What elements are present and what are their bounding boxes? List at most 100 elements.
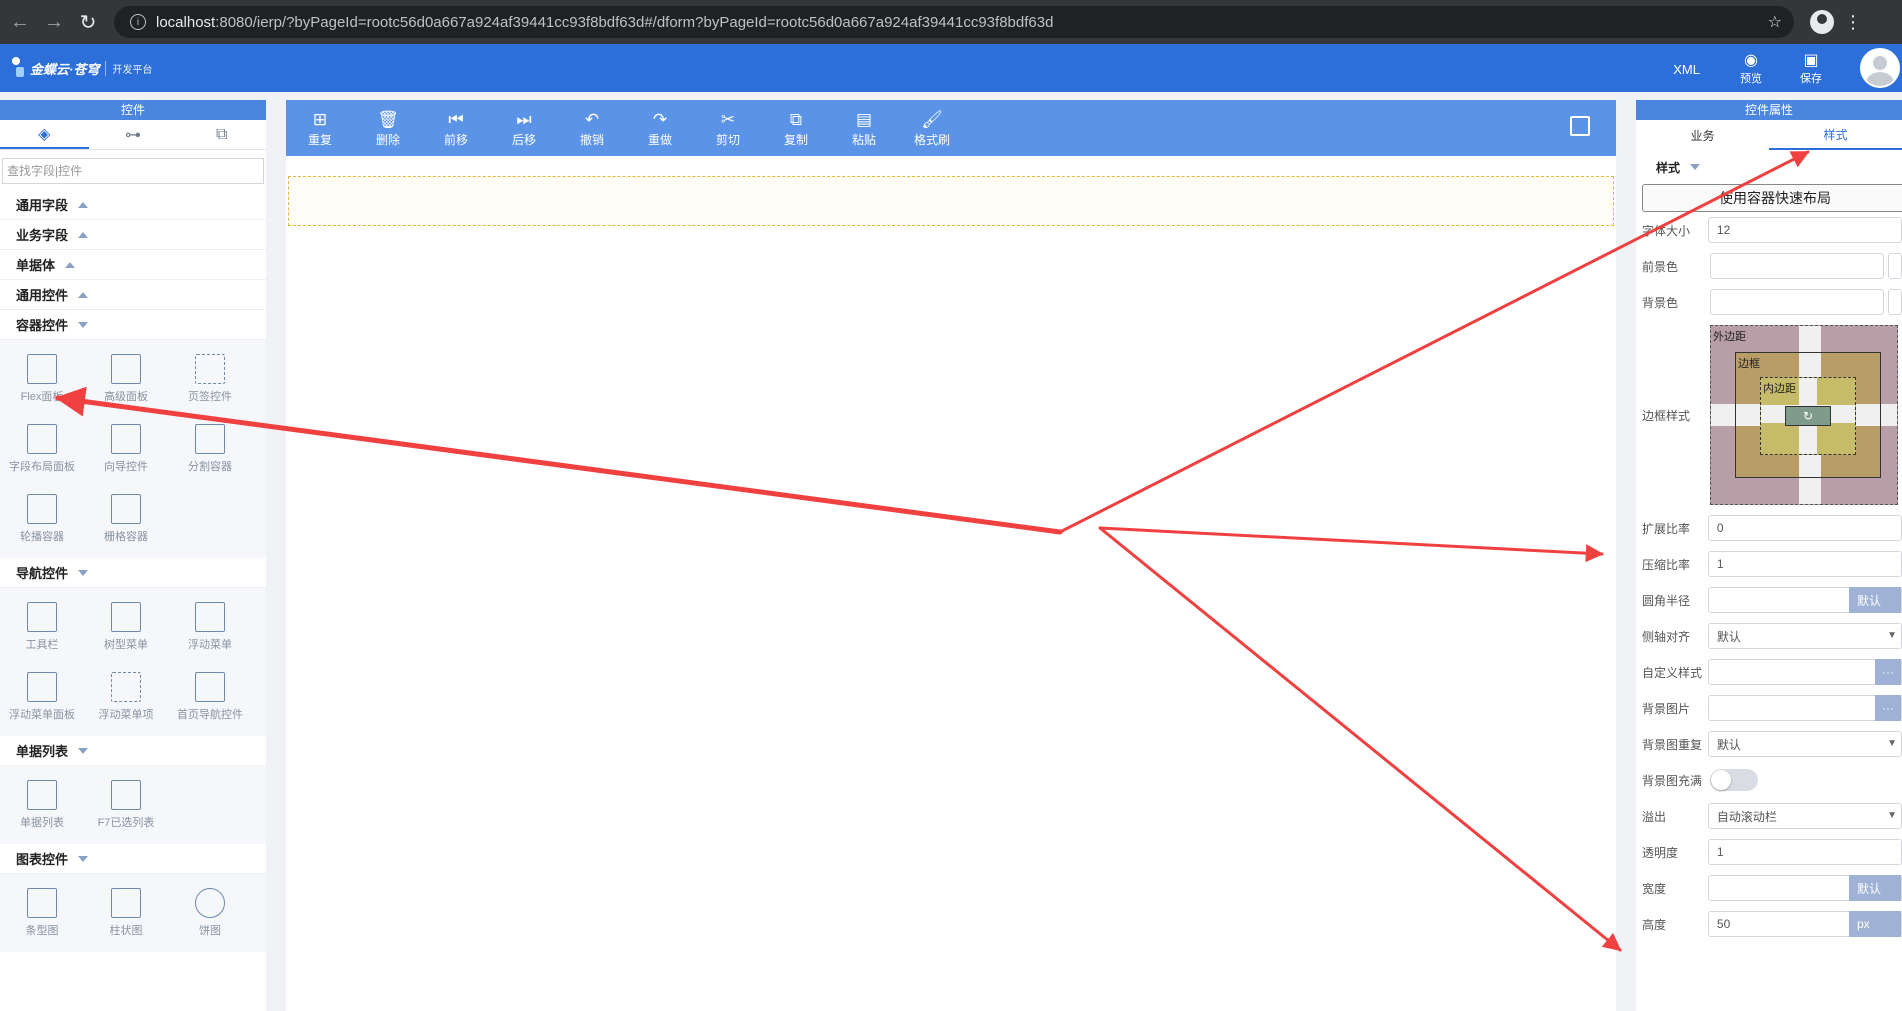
info-icon[interactable]: i bbox=[130, 14, 146, 30]
caret-up-icon bbox=[78, 231, 89, 238]
more-icon[interactable]: ··· bbox=[1875, 659, 1901, 685]
control-float-menu-panel[interactable]: 浮动菜单面板 bbox=[0, 662, 84, 732]
tab-business[interactable]: 业务 bbox=[1636, 120, 1769, 150]
control-wizard[interactable]: 向导控件 bbox=[84, 414, 168, 484]
control-bill-list[interactable]: 单据列表 bbox=[0, 770, 84, 840]
copy-button[interactable]: ⧉ 复制 bbox=[762, 109, 830, 148]
control-advanced-panel[interactable]: 高级面板 bbox=[84, 344, 168, 414]
tab-tree[interactable]: ⊶ bbox=[89, 120, 178, 149]
font-size-input[interactable]: 12 bbox=[1707, 217, 1902, 243]
control-toolbar[interactable]: 工具栏 bbox=[0, 592, 84, 662]
floppy-icon: ▣ bbox=[1803, 52, 1819, 69]
control-split-container[interactable]: 分割容器 bbox=[168, 414, 252, 484]
margin-box[interactable]: 外边距 边框 内边距 ↻ bbox=[1710, 325, 1898, 505]
bg-fill-toggle[interactable] bbox=[1710, 769, 1758, 791]
toolbar-label: 后移 bbox=[511, 132, 536, 147]
grow-input[interactable]: 0 bbox=[1707, 515, 1902, 541]
tab-style[interactable]: 样式 bbox=[1769, 120, 1902, 150]
radius-input[interactable]: 默认 bbox=[1707, 587, 1902, 613]
move-back-button[interactable]: ⏭ 后移 bbox=[490, 109, 558, 148]
more-icon[interactable]: ··· bbox=[1875, 695, 1901, 721]
cut-icon: ✂ bbox=[720, 109, 736, 129]
control-tree-menu[interactable]: 树型菜单 bbox=[84, 592, 168, 662]
control-float-menu-item[interactable]: 浮动菜单项 bbox=[84, 662, 168, 732]
control-f7-selected-list[interactable]: F7已选列表 bbox=[84, 770, 168, 840]
quick-layout-button[interactable]: 使用容器快速布局 bbox=[1642, 184, 1902, 212]
custom-style-input[interactable]: ··· bbox=[1707, 659, 1902, 685]
delete-button[interactable]: 🗑 删除 bbox=[354, 109, 422, 148]
forward-icon[interactable]: → bbox=[40, 8, 68, 36]
category-bill-body[interactable]: 单据体 bbox=[0, 250, 266, 280]
category-bill-list[interactable]: 单据列表 bbox=[0, 736, 266, 766]
reset-icon[interactable]: ↻ bbox=[1785, 406, 1831, 426]
control-grid-container[interactable]: 栅格容器 bbox=[84, 484, 168, 554]
width-input[interactable]: 默认 bbox=[1707, 875, 1902, 901]
padding-box[interactable]: 内边距 ↻ bbox=[1760, 377, 1856, 455]
prop-label: 边框样式 bbox=[1642, 408, 1691, 423]
category-label: 通用控件 bbox=[16, 288, 69, 303]
bookmark-star-icon[interactable]: ☆ bbox=[1768, 12, 1782, 32]
control-tab-control[interactable]: 页签控件 bbox=[168, 344, 252, 414]
redo-button[interactable]: ↷ 重做 bbox=[626, 109, 694, 148]
shrink-input[interactable]: 1 bbox=[1707, 551, 1902, 577]
address-bar[interactable]: i localhost :8080/ierp/?byPageId=rootc56… bbox=[114, 6, 1794, 38]
preview-button[interactable]: ◉ 预览 bbox=[1740, 50, 1762, 86]
tab-components[interactable]: ⧉ bbox=[177, 120, 266, 149]
border-box[interactable]: 边框 内边距 ↻ bbox=[1735, 352, 1881, 478]
foreground-color-input[interactable] bbox=[1710, 253, 1884, 279]
control-float-menu[interactable]: 浮动菜单 bbox=[168, 592, 252, 662]
opacity-input[interactable]: 1 bbox=[1707, 839, 1902, 865]
fullscreen-icon[interactable] bbox=[1570, 116, 1590, 136]
avatar[interactable] bbox=[1860, 48, 1900, 88]
paste-button[interactable]: ▤ 粘贴 bbox=[830, 109, 898, 148]
design-canvas[interactable] bbox=[286, 156, 1616, 1011]
back-icon[interactable]: ← bbox=[6, 8, 34, 36]
undo-button[interactable]: ↶ 撤销 bbox=[558, 109, 626, 148]
foreground-color-swatch[interactable] bbox=[1888, 253, 1902, 279]
browser-menu-icon[interactable]: ⋮ bbox=[1844, 12, 1862, 33]
prop-label: 侧轴对齐 bbox=[1642, 629, 1691, 644]
skip-forward-icon: ⏭ bbox=[516, 109, 532, 129]
bg-image-input[interactable]: ··· bbox=[1707, 695, 1902, 721]
format-painter-button[interactable]: 🖌 格式刷 bbox=[898, 109, 966, 148]
flex-panel-drop-zone[interactable] bbox=[288, 176, 1614, 226]
move-forward-button[interactable]: ⏮ 前移 bbox=[422, 109, 490, 148]
height-input[interactable]: 50 px bbox=[1707, 911, 1902, 937]
category-chart-controls[interactable]: 图表控件 bbox=[0, 844, 266, 874]
control-bar-chart[interactable]: 条型图 bbox=[0, 878, 84, 948]
height-unit-select[interactable]: px bbox=[1849, 911, 1901, 937]
prop-label: 背景图片 bbox=[1642, 701, 1691, 716]
control-carousel[interactable]: 轮播容器 bbox=[0, 484, 84, 554]
control-label: 高级面板 bbox=[104, 391, 148, 403]
control-column-chart[interactable]: 柱状图 bbox=[84, 878, 168, 948]
xml-button[interactable]: XML bbox=[1673, 62, 1700, 77]
radius-unit-select[interactable]: 默认 bbox=[1849, 587, 1901, 613]
save-button[interactable]: ▣ 保存 bbox=[1800, 50, 1822, 86]
category-general-controls[interactable]: 通用控件 bbox=[0, 280, 266, 310]
prop-font-size: 字体大小 12 bbox=[1636, 212, 1902, 248]
control-label: 浮动菜单面板 bbox=[9, 709, 75, 721]
reload-icon[interactable]: ↻ bbox=[74, 8, 102, 36]
profile-icon[interactable] bbox=[1810, 10, 1834, 34]
align-select[interactable]: 默认 ▼ bbox=[1707, 623, 1902, 649]
tab-layers[interactable]: ◈ bbox=[0, 120, 89, 149]
category-label: 业务字段 bbox=[16, 228, 69, 243]
control-field-layout-panel[interactable]: 字段布局面板 bbox=[0, 414, 84, 484]
width-unit-select[interactable]: 默认 bbox=[1849, 875, 1901, 901]
category-general-fields[interactable]: 通用字段 bbox=[0, 190, 266, 220]
control-home-nav[interactable]: 首页导航控件 bbox=[168, 662, 252, 732]
style-section-header[interactable]: 样式 bbox=[1636, 150, 1902, 184]
category-nav-controls[interactable]: 导航控件 bbox=[0, 558, 266, 588]
category-business-fields[interactable]: 业务字段 bbox=[0, 220, 266, 250]
background-color-input[interactable] bbox=[1710, 289, 1884, 315]
background-color-swatch[interactable] bbox=[1888, 289, 1902, 315]
control-search-input[interactable] bbox=[2, 158, 264, 184]
bill-list-grid: 单据列表 F7已选列表 bbox=[0, 766, 266, 844]
category-container-controls[interactable]: 容器控件 bbox=[0, 310, 266, 340]
overflow-select[interactable]: 自动滚动栏 ▼ bbox=[1707, 803, 1902, 829]
repeat-button[interactable]: ⊞ 重复 bbox=[286, 109, 354, 148]
cut-button[interactable]: ✂ 剪切 bbox=[694, 109, 762, 148]
bg-repeat-select[interactable]: 默认 ▼ bbox=[1707, 731, 1902, 757]
control-pie-chart[interactable]: 饼图 bbox=[168, 878, 252, 948]
control-flex-panel[interactable]: Flex面板 bbox=[0, 344, 84, 414]
